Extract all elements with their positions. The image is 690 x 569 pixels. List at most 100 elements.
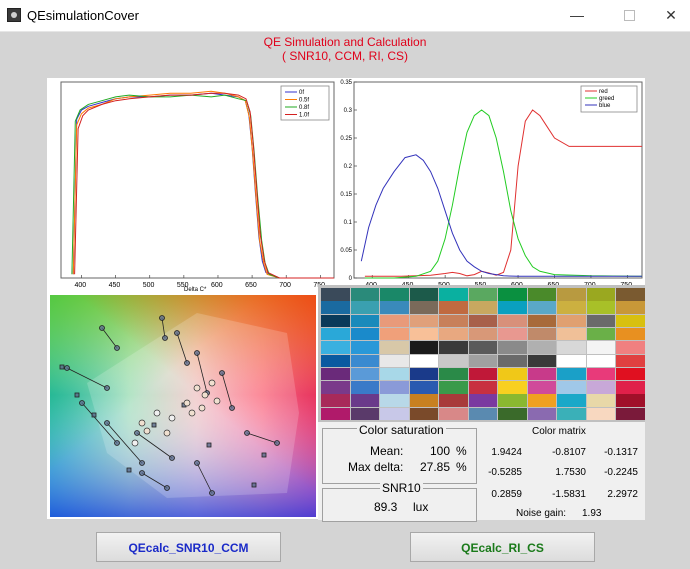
y-tick-label: 0.25 [340,136,352,142]
x-tick-label: 650 [245,282,257,289]
color-patch [586,354,615,367]
color-patch [557,301,586,314]
window-title: QEsimulationCover [27,8,139,23]
color-patch [498,341,527,354]
y-tick-label: 0.35 [340,80,352,86]
color-patch [350,394,379,407]
app-icon [7,8,21,22]
rgb-chart: 40045050055060065070075000.050.10.150.20… [338,78,645,293]
x-tick-label: 450 [109,282,121,289]
close-button[interactable]: ✕ [648,0,690,31]
y-tick-label: 0.15 [340,192,352,198]
color-patch [498,314,527,328]
color-patch [350,314,379,328]
color-patch [557,407,586,421]
color-patch [527,407,556,421]
noise-gain-value: 1.93 [582,508,602,519]
color-patch [321,367,350,381]
matrix-cell: -0.2245 [604,467,638,478]
color-patch [586,394,615,407]
qe-chart-panel: 400450500550600650700750 0f0.5f0.8f1.0f … [47,78,338,293]
matrix-cell: -0.8107 [552,447,586,458]
maximize-button[interactable] [606,0,652,31]
color-patch [468,381,497,394]
color-patch [616,314,645,328]
maxdelta-value: 27.85 [420,460,451,474]
close-icon: ✕ [665,7,677,23]
legend-entry: 0f [299,90,304,96]
color-patch [380,367,409,381]
color-patch [321,341,350,354]
color-patch [616,354,645,367]
snr10-unit: lux [413,500,429,514]
x-tick-label: 400 [74,282,86,289]
color-patch [409,341,438,354]
mean-value: 100 [430,444,451,458]
gamut-panel [47,293,318,519]
color-patch [439,314,468,328]
color-patch [439,301,468,314]
color-patch [527,367,556,381]
rgb-chart-panel: 40045050055060065070075000.050.10.150.20… [338,78,645,293]
color-patch [468,354,497,367]
color-patch [439,341,468,354]
color-patch [350,407,379,421]
color-patch [527,341,556,354]
legend-entry: 0.8f [299,105,309,111]
color-patch [321,354,350,367]
color-patch [409,354,438,367]
color-patch [468,288,497,301]
color-patch [498,301,527,314]
color-saturation-title: Color saturation [357,423,446,437]
qecalc-ri-cs-button[interactable]: QEcalc_RI_CS [410,532,595,562]
qecalc-snr10-ccm-button[interactable]: QEcalc_SNR10_CCM [96,532,281,562]
color-patch [409,394,438,407]
x-tick-label: 700 [279,282,291,289]
color-patch [321,301,350,314]
color-patch [527,288,556,301]
color-patch [498,288,527,301]
color-patch [557,354,586,367]
minimize-button[interactable]: — [554,0,600,31]
color-patch [350,381,379,394]
color-patch [498,367,527,381]
color-patch [409,407,438,421]
title-bar: QEsimulationCover — ✕ [0,0,690,32]
color-matrix-title: Color matrix [532,426,586,437]
color-patch [468,341,497,354]
maximize-icon [623,9,635,21]
color-patch [439,394,468,407]
color-patch [380,314,409,328]
color-patch [527,314,556,328]
color-patch [321,288,350,301]
qe-chart: 400450500550600650700750 0f0.5f0.8f1.0f … [47,78,338,293]
color-patch [498,327,527,341]
color-patch [498,381,527,394]
color-patch [409,381,438,394]
y-tick-label: 0.05 [340,248,352,254]
legend-entry: greed [599,96,614,102]
color-patch [350,354,379,367]
color-patch [350,341,379,354]
color-patch [586,327,615,341]
color-patch [586,407,615,421]
color-patch [586,301,615,314]
color-patch [616,341,645,354]
color-patch [380,354,409,367]
color-patch [439,288,468,301]
color-patch [527,394,556,407]
color-patch [409,288,438,301]
x-tick-label: 600 [211,282,223,289]
color-patch [380,394,409,407]
color-patch [616,327,645,341]
color-patch [350,327,379,341]
color-patch [616,381,645,394]
color-patch [380,381,409,394]
color-patch [409,327,438,341]
color-patch [321,407,350,421]
color-patch [498,407,527,421]
snr10-title: SNR10 [380,481,423,495]
y-tick-label: 0.3 [344,108,353,114]
color-patch [557,394,586,407]
color-patch [439,354,468,367]
